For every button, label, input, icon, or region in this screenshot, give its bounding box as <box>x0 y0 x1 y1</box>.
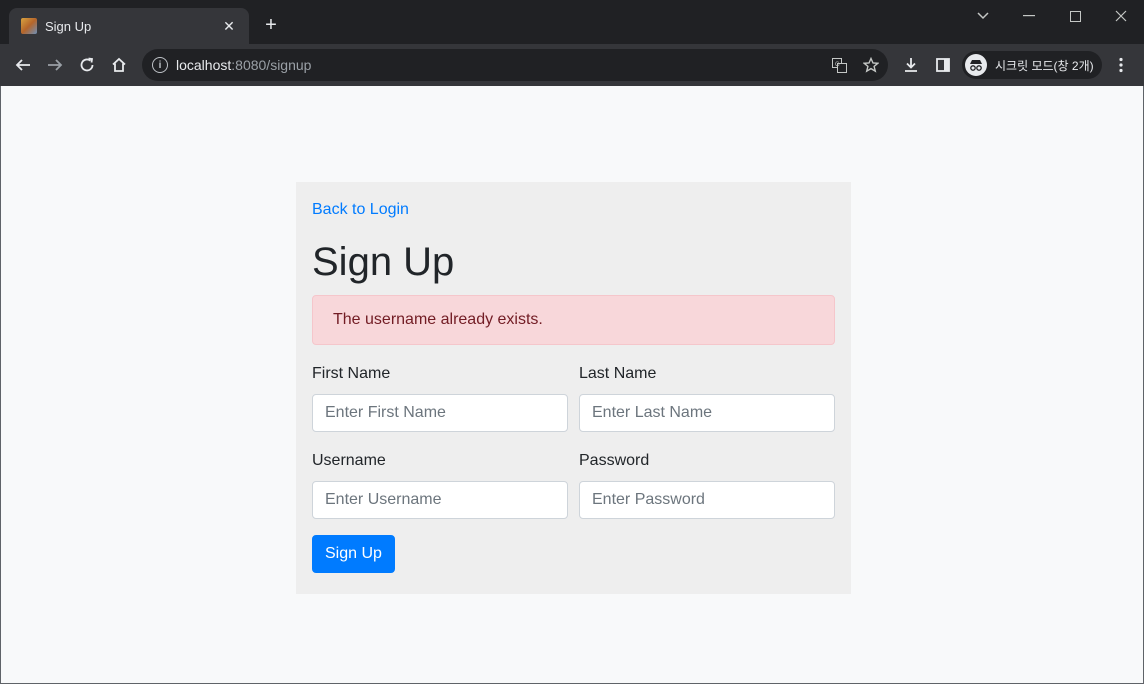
username-group: Username <box>312 452 568 519</box>
back-to-login-link[interactable]: Back to Login <box>312 201 409 219</box>
forward-icon[interactable] <box>42 52 68 78</box>
password-group: Password <box>579 452 835 519</box>
download-icon[interactable] <box>900 54 922 76</box>
incognito-label: 시크릿 모드(창 2개) <box>995 58 1094 73</box>
favicon-icon <box>21 18 37 34</box>
first-name-label: First Name <box>312 365 391 382</box>
error-alert: The username already exists. <box>312 295 835 345</box>
incognito-icon <box>965 54 987 76</box>
password-label: Password <box>579 452 650 469</box>
tab-close-icon[interactable]: ✕ <box>219 18 239 35</box>
page-title: Sign Up <box>312 240 455 284</box>
new-tab-button[interactable]: + <box>260 14 282 36</box>
error-alert-text: The username already exists. <box>333 311 543 328</box>
home-icon[interactable] <box>106 52 132 78</box>
url-host: localhost <box>176 57 232 73</box>
url-path: :8080/signup <box>231 57 312 73</box>
menu-icon[interactable] <box>1110 54 1132 76</box>
browser-toolbar: i localhost:8080/signup G 시크릿 모드(창 2개) <box>0 44 1144 86</box>
sign-up-button[interactable]: Sign Up <box>312 535 395 573</box>
tab-title: Sign Up <box>45 18 92 34</box>
tab-search-icon[interactable] <box>960 0 1006 32</box>
translate-icon[interactable]: G <box>830 56 848 74</box>
tab-strip: Sign Up ✕ + <box>0 0 1144 44</box>
last-name-group: Last Name <box>579 365 835 432</box>
credentials-row: Username Password <box>312 452 835 519</box>
maximize-icon[interactable] <box>1052 0 1098 32</box>
star-icon[interactable] <box>862 56 880 74</box>
password-input[interactable] <box>579 481 835 519</box>
first-name-group: First Name <box>312 365 568 432</box>
last-name-input[interactable] <box>579 394 835 432</box>
first-name-input[interactable] <box>312 394 568 432</box>
username-input[interactable] <box>312 481 568 519</box>
window-controls <box>960 0 1144 32</box>
info-icon[interactable]: i <box>152 57 168 73</box>
incognito-indicator[interactable]: 시크릿 모드(창 2개) <box>962 51 1102 79</box>
username-label: Username <box>312 452 386 469</box>
page-viewport: Back to Login Sign Up The username alrea… <box>0 86 1144 684</box>
signup-card: Back to Login Sign Up The username alrea… <box>296 182 851 594</box>
back-icon[interactable] <box>10 52 36 78</box>
sidepanel-icon[interactable] <box>932 54 954 76</box>
address-bar[interactable]: i localhost:8080/signup G <box>142 49 888 81</box>
browser-tab[interactable]: Sign Up ✕ <box>9 8 249 44</box>
name-row: First Name Last Name <box>312 365 835 432</box>
minimize-icon[interactable] <box>1006 0 1052 32</box>
svg-text:G: G <box>835 62 840 68</box>
close-icon[interactable] <box>1098 0 1144 32</box>
last-name-label: Last Name <box>579 365 657 382</box>
reload-icon[interactable] <box>74 52 100 78</box>
